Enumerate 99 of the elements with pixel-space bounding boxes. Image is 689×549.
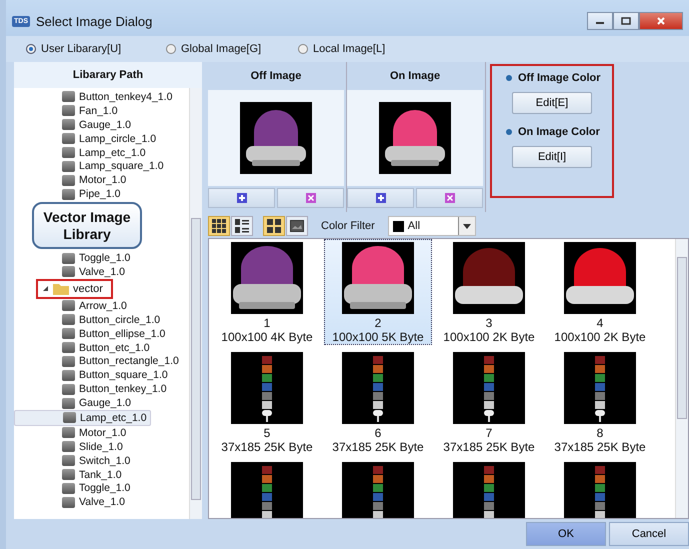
maximize-icon: [621, 17, 631, 25]
tree-item[interactable]: Button_tenkey4_1.0: [14, 90, 176, 104]
folder-icon: [53, 282, 69, 296]
add-button[interactable]: [208, 188, 275, 208]
grid-view-icon[interactable]: [208, 216, 230, 236]
tree-item[interactable]: Gauge_1.0: [14, 396, 134, 410]
tree-item[interactable]: Toggle_1.0: [14, 481, 134, 496]
image-number: 8: [596, 426, 604, 440]
scrollbar[interactable]: [189, 88, 202, 519]
close-icon: [656, 16, 666, 26]
color-label: Off Image Color: [492, 72, 601, 84]
image-number: 4: [596, 316, 604, 330]
tree-item[interactable]: Slide_1.0: [14, 440, 126, 454]
tree-item[interactable]: Fan_1.0: [14, 104, 121, 118]
image-number: 7: [486, 426, 492, 440]
tree-item[interactable]: Button_ellipse_1.0: [14, 326, 168, 341]
tree-item[interactable]: Pipe_1.0: [14, 187, 124, 202]
image-size: 100x100 4K Byte: [221, 330, 313, 344]
source-radio[interactable]: Global Image[G]: [166, 43, 298, 55]
lamp-image: [342, 352, 414, 424]
lamp-image: [231, 352, 303, 424]
cross-icon: [306, 193, 316, 203]
lamp-image: [564, 462, 636, 518]
source-radio[interactable]: User Libarary[U]: [26, 43, 166, 55]
picture-view-icon[interactable]: [286, 216, 308, 236]
tree-item[interactable]: Button_tenkey_1.0: [14, 382, 170, 396]
color-label: On Image Color: [492, 126, 600, 138]
list-view-icon[interactable]: [231, 216, 253, 236]
lamp-image: [342, 462, 414, 518]
tree-item[interactable]: Motor_1.0: [14, 426, 130, 440]
add-button[interactable]: [347, 188, 414, 208]
image-size: 37x185 25K Byte: [443, 440, 535, 454]
image-number: 6: [374, 426, 382, 440]
radio-dot[interactable]: [166, 44, 176, 54]
image-size: 100x100 2K Byte: [554, 330, 646, 344]
maximize-button[interactable]: [613, 12, 639, 30]
image-size: 37x185 25K Byte: [332, 440, 424, 454]
tree-item[interactable]: Lamp_square_1.0: [14, 159, 167, 174]
delete-button[interactable]: [416, 188, 483, 208]
image-tile[interactable]: 2 100x100 5K Byte: [324, 239, 432, 345]
image-tile[interactable]: 6 37x185 25K Byte: [324, 349, 432, 455]
radio-dot[interactable]: [298, 44, 308, 54]
close-button[interactable]: [639, 12, 683, 30]
tree-item[interactable]: Lamp_circle_1.0: [14, 132, 160, 146]
tree-item[interactable]: Switch_1.0: [14, 454, 134, 468]
tree-item[interactable]: Motor_1.0: [14, 173, 130, 188]
tree-item[interactable]: Toggle_1.0: [14, 251, 134, 266]
image-tile[interactable]: 3 100x100 2K Byte: [435, 239, 543, 345]
window-title: Select Image Dialog: [36, 14, 154, 28]
image-tile[interactable]: 5 37x185 25K Byte: [213, 349, 321, 455]
tree-item[interactable]: Arrow_1.0: [14, 298, 130, 313]
preview-title: Off Image: [250, 69, 302, 84]
image-number: 1: [264, 316, 270, 330]
ok-button[interactable]: OK: [526, 522, 606, 546]
lamp-image: [231, 462, 303, 518]
dropdown-arrow-icon: [462, 224, 471, 228]
tree-item[interactable]: Lamp_etc_1.0: [14, 146, 149, 160]
scrollbar[interactable]: [675, 239, 688, 518]
image-size: 37x185 25K Byte: [221, 440, 313, 454]
tree-item[interactable]: Button_rectangle_1.0: [14, 354, 182, 368]
tree-header: Libarary Path: [14, 62, 202, 88]
tree-item[interactable]: Gauge_1.0: [14, 118, 134, 132]
color-filter-label: Color Filter: [321, 220, 375, 232]
image-tile[interactable]: 8 37x185 25K Byte: [546, 349, 654, 455]
image-number: 3: [486, 316, 492, 330]
source-radio[interactable]: Local Image[L]: [298, 43, 438, 55]
callout-bubble: Vector Image Library: [32, 202, 142, 250]
image-tile[interactable]: 4 100x100 2K Byte: [546, 239, 654, 345]
image-tile[interactable]: 7 37x185 25K Byte: [435, 349, 543, 455]
image-number: 5: [264, 426, 270, 440]
image-number: 2: [374, 316, 382, 330]
expand-arrow-icon[interactable]: [42, 285, 49, 292]
tree-item[interactable]: Button_etc_1.0: [14, 340, 153, 354]
tree-item[interactable]: Tank_1.0: [14, 468, 125, 482]
image-size: 100x100 5K Byte: [332, 330, 424, 344]
tree-item[interactable]: Valve_1.0: [14, 265, 128, 279]
large-grid-icon[interactable]: [263, 216, 285, 236]
plus-icon: [376, 193, 386, 203]
image-size: 100x100 2K Byte: [443, 330, 535, 344]
color-filter-dropdown[interactable]: All: [388, 216, 476, 236]
preview-title: On Image: [388, 69, 442, 84]
image-tile[interactable]: 1 100x100 4K Byte: [213, 239, 321, 345]
edit-button[interactable]: Edit[E]: [512, 92, 592, 114]
plus-icon: [236, 193, 246, 203]
lamp-image: [564, 352, 636, 424]
image-size: 37x185 25K Byte: [554, 440, 646, 454]
tree-item[interactable]: Valve_1.0: [14, 495, 128, 510]
edit-button[interactable]: Edit[I]: [512, 146, 592, 168]
tree-item[interactable]: Button_circle_1.0: [14, 312, 164, 327]
tree-item[interactable]: Lamp_etc_1.0: [14, 410, 151, 426]
delete-button[interactable]: [277, 188, 344, 208]
tree-item[interactable]: Button_square_1.0: [14, 368, 171, 382]
radio-dot[interactable]: [26, 44, 36, 54]
cancel-button[interactable]: Cancel: [609, 522, 689, 546]
tree-folder[interactable]: vector: [36, 278, 113, 299]
minimize-button[interactable]: [587, 12, 613, 30]
lamp-image: [453, 352, 525, 424]
lamp-image: [453, 462, 525, 518]
cross-icon: [444, 193, 454, 203]
